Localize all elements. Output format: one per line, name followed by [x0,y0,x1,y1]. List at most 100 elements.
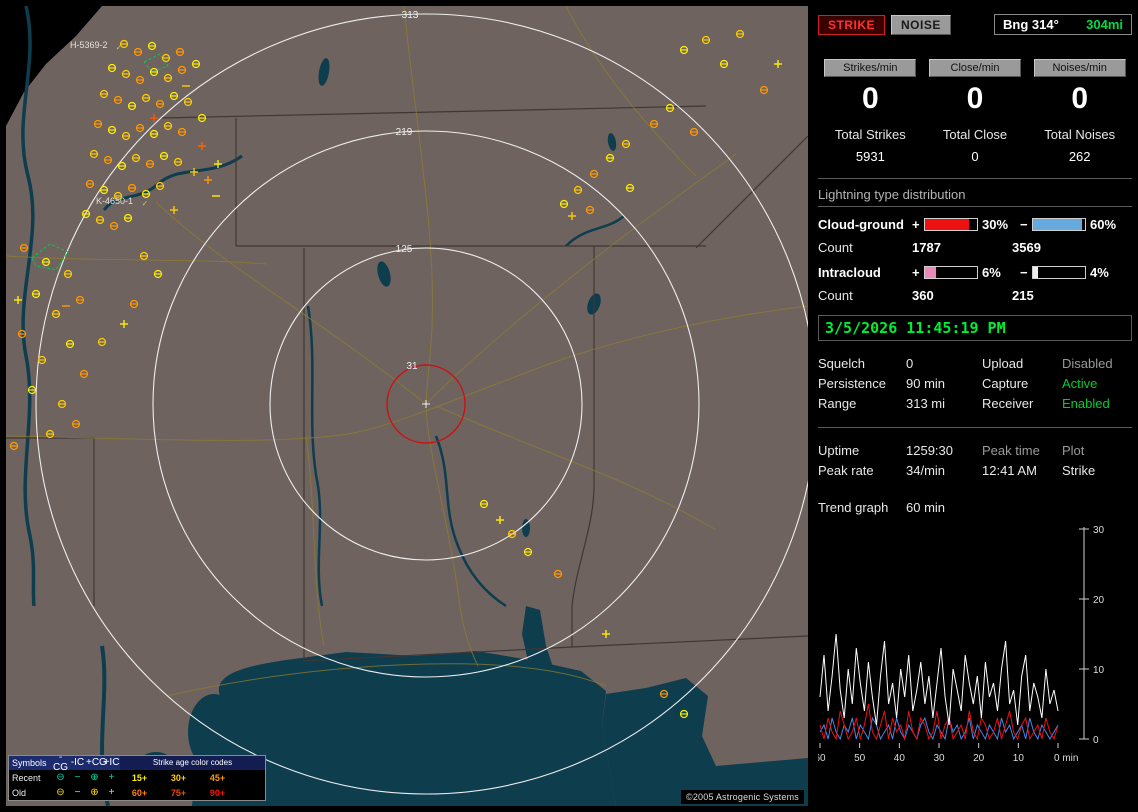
range-value: 313 mi [906,395,946,411]
capture-value: Active [1062,375,1098,391]
station-tick-icon: ✓ [142,199,149,208]
cloud-ground-count-row: Count 1787 3569 [818,240,1041,255]
indicator-row: STRIKE NOISE Bng 314° 304mi [818,14,1132,35]
datetime-display: 3/5/2026 11:45:19 PM [818,315,1132,341]
plus-icon: + [108,786,115,798]
cg-plus-gauge [924,218,978,231]
ic-plus-count: 360 [912,288,934,303]
range-ring-label: 313 [402,10,419,21]
station-tick-icon: ✓ [116,43,123,52]
trend-graph: 30 20 10 0 60 50 40 30 20 10 0 min [814,521,1132,776]
legend-symbols-title: Symbols [12,758,47,768]
range-label: Range [818,395,857,411]
cg-plus-pct: 30% [982,217,1009,232]
nexstorm-window: 313 219 125 31 H-5369-2 ✓ K-4650-1 ✓ Symbols -C… [0,0,1138,812]
station-label: H-5369-2 [70,40,108,50]
uptime-value: 1259:30 [906,442,953,458]
ic-minus-pct: 4% [1090,265,1109,280]
status-table: Squelch 0 Upload Disabled Persistence 90… [818,353,1132,413]
total-noises-value: 262 [1068,149,1091,164]
cloud-ground-row: Cloud-ground + 30% − 60% [818,217,1132,232]
ic-minus-gauge [1032,266,1086,279]
capture-label: Capture [982,375,1029,391]
stats-table: Uptime 1259:30 Peak time Plot Peak rate … [818,440,1132,480]
minus-icon: − [74,786,81,798]
upload-value: Disabled [1062,355,1113,371]
svg-text:20: 20 [1093,595,1105,606]
legend-age-title: Strike age color codes [120,756,265,770]
circle-minus-icon: ⊖ [56,771,65,783]
minus-icon: − [1020,217,1028,232]
total-close-label: Total Close [942,127,1008,142]
peak-time-label: Peak time [982,442,1040,458]
bearing-value: Bng 314° [1003,17,1059,32]
total-strikes-value: 5931 [855,149,885,164]
close-per-min-button[interactable]: Close/min [929,59,1021,77]
cg-minus-pct: 60% [1090,217,1117,232]
intracloud-row: Intracloud + 6% − 4% [818,265,1132,280]
uptime-label: Uptime [818,442,860,458]
bearing-readout: Bng 314° 304mi [994,14,1132,35]
legend-col-pos-ic: +IC [103,757,120,768]
copyright-text: ©2005 Astrogenic Systems [681,790,804,804]
range-ring-label: 125 [396,244,413,255]
trend-window-value: 60 min [906,500,946,515]
svg-text:20: 20 [973,753,985,764]
strike-indicator-button[interactable]: STRIKE [818,14,886,35]
svg-text:0 min: 0 min [1054,753,1078,764]
persistence-value: 90 min [906,375,946,391]
svg-text:50: 50 [854,753,866,764]
squelch-value: 0 [906,355,914,371]
plus-icon: + [912,217,920,232]
svg-text:40: 40 [894,753,906,764]
map-canvas[interactable]: 313 219 125 31 H-5369-2 ✓ K-4650-1 ✓ [6,6,808,806]
lightning-map[interactable]: 313 219 125 31 H-5369-2 ✓ K-4650-1 ✓ Symbols -C… [6,6,808,806]
trend-header: Trend graph 60 min [818,500,1132,515]
trend-graph-label: Trend graph [818,500,889,515]
noises-per-min-button[interactable]: Noises/min [1033,59,1126,77]
status-panel: STRIKE NOISE Bng 314° 304mi Strikes/min … [812,6,1138,806]
ic-plus-pct: 6% [982,265,1001,280]
squelch-label: Squelch [818,355,865,371]
svg-text:0: 0 [1093,735,1099,746]
upload-label: Upload [982,355,1024,371]
legend-row-recent: Recent ⊖ − ⊕ + 15+ 30+ 45+ [9,770,265,785]
cg-plus-count: 1787 [912,240,941,255]
range-ring-label: 31 [406,361,418,372]
close-per-min-value: 0 [966,82,984,115]
strikes-per-min-button[interactable]: Strikes/min [824,59,917,77]
circle-minus-icon: ⊖ [56,786,65,798]
rates-row: Strikes/min 0 Close/min 0 Noises/min 0 [818,59,1132,115]
svg-text:10: 10 [1093,665,1105,676]
legend-row-old: Old ⊖ − ⊕ + 60+ 75+ 90+ [9,785,265,800]
noise-indicator-button[interactable]: NOISE [891,14,951,35]
distribution-title: Lightning type distribution [818,187,1132,207]
receiver-value: Enabled [1062,395,1110,411]
plot-value: Strike [1062,462,1096,478]
range-ring-label: 219 [396,127,413,138]
plus-icon: + [912,265,920,280]
intracloud-count-row: Count 360 215 [818,288,1034,303]
total-close-value: 0 [971,149,979,164]
legend-header: Symbols -CG -IC +CG +IC Strike age color… [9,752,265,773]
persistence-label: Persistence [818,375,886,391]
legend-col-neg-ic: -IC [70,757,85,768]
plot-label: Plot [1062,442,1085,458]
station-label: K-4650-1 [96,196,133,206]
totals-row: Total Strikes 5931 Total Close 0 Total N… [818,127,1132,164]
total-noises-label: Total Noises [1044,127,1116,142]
trend-graph-canvas: 30 20 10 0 60 50 40 30 20 10 0 min [814,525,1105,764]
circle-plus-icon: ⊕ [90,786,99,798]
cg-minus-gauge [1032,218,1086,231]
map-legend: Symbols -CG -IC +CG +IC Strike age color… [8,752,266,801]
svg-text:30: 30 [1093,525,1105,536]
minus-icon: − [74,771,81,783]
ic-minus-count: 215 [1012,288,1034,303]
peak-time-value: 12:41 AM [982,462,1037,478]
peak-rate-label: Peak rate [818,462,874,478]
peak-rate-value: 34/min [906,462,946,478]
svg-text:30: 30 [933,753,945,764]
legend-col-neg-cg: -CG [53,752,68,773]
noises-per-min-value: 0 [1071,82,1089,115]
ic-plus-gauge [924,266,978,279]
